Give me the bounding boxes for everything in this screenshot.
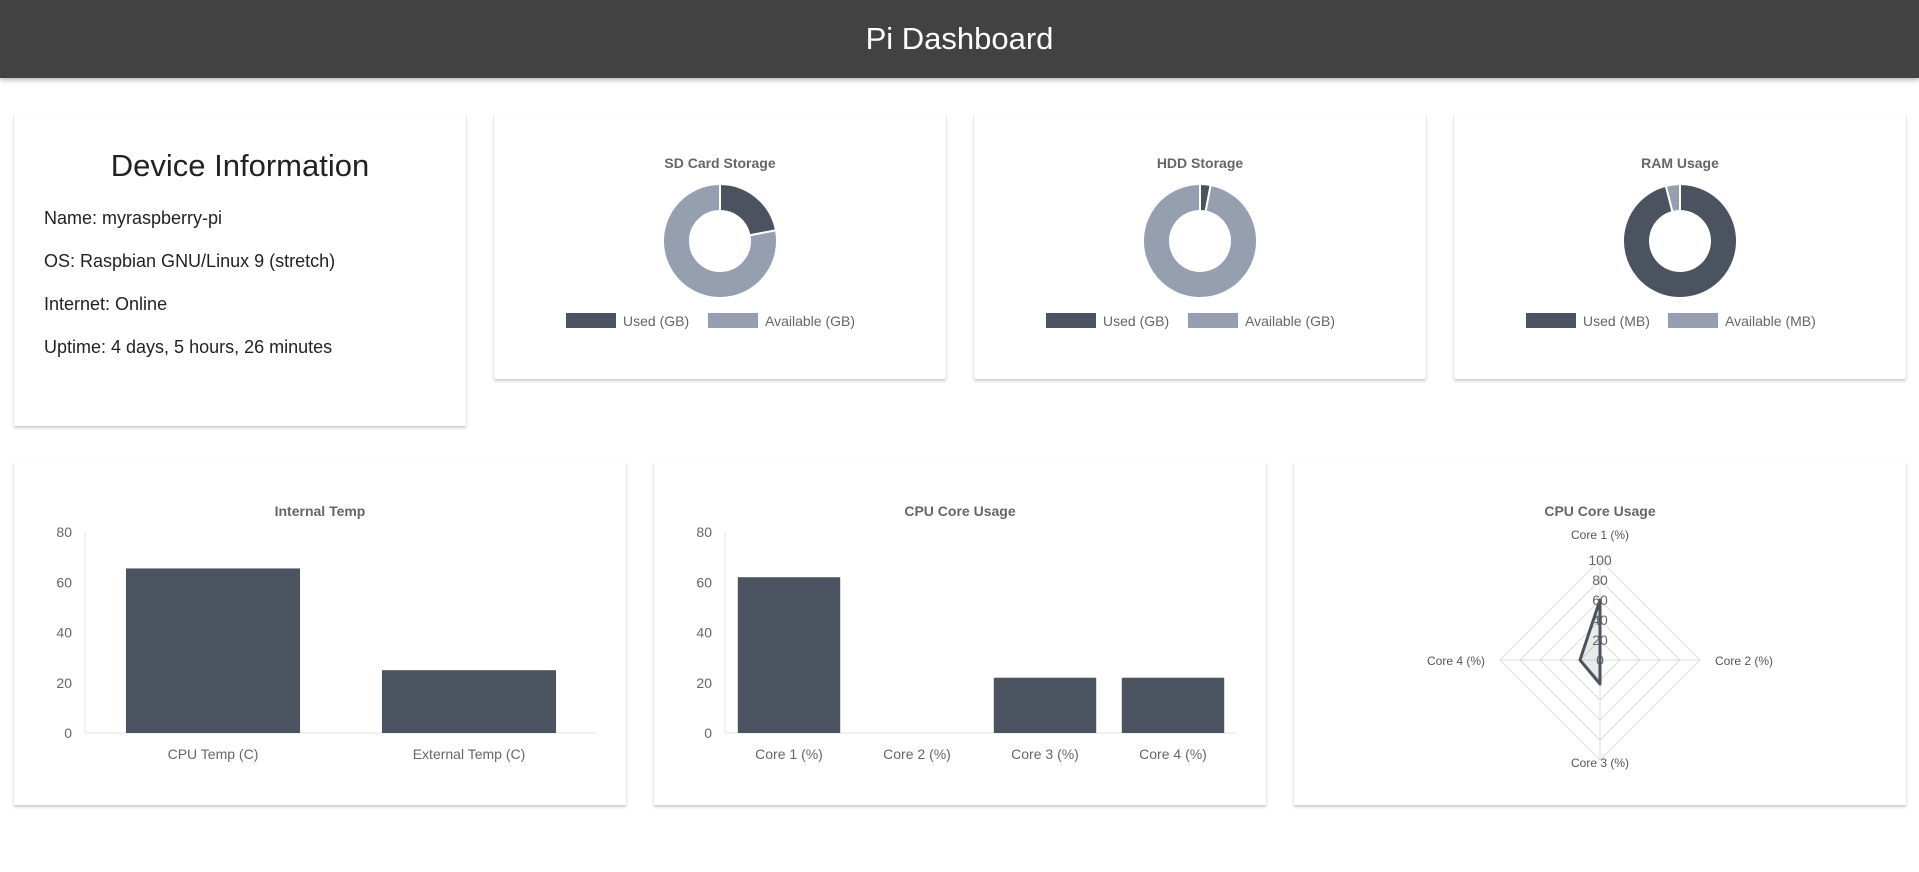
legend-swatch xyxy=(566,313,616,328)
y-tick-label: 20 xyxy=(696,675,712,691)
chart-canvas: SD Card Storage Used (GB) Available (GB) xyxy=(566,155,855,329)
device-os: OS: Raspbian GNU/Linux 9 (stretch) xyxy=(44,251,336,271)
chart-title: Internal Temp xyxy=(275,503,366,519)
x-tick-label: Core 3 (%) xyxy=(1011,746,1079,762)
legend-swatch xyxy=(1668,313,1718,328)
legend-label: Used (GB) xyxy=(1103,313,1169,329)
chart-canvas: CPU Core Usage 0 20 40 60 80 100 Core 1 (%) Core… xyxy=(1427,503,1773,770)
chart-title: HDD Storage xyxy=(1157,155,1244,171)
x-tick-label: Core 1 (%) xyxy=(755,746,823,762)
legend-swatch xyxy=(708,313,758,328)
x-tick-label: External Temp (C) xyxy=(413,746,526,762)
x-tick-label: Core 4 (%) xyxy=(1139,746,1207,762)
radar-axis-label: Core 4 (%) xyxy=(1427,654,1485,668)
device-name: Name: myraspberry-pi xyxy=(44,208,223,228)
y-tick-label: 0 xyxy=(704,725,712,741)
bar xyxy=(125,568,301,733)
cpu-core-usage-radar-chart: CPU Core Usage 0 20 40 60 80 100 Core 1 (%) Core… xyxy=(1294,462,1906,805)
radar-axis-label: Core 3 (%) xyxy=(1571,756,1629,770)
chart-title: CPU Core Usage xyxy=(904,503,1015,519)
ram-usage-chart: RAM Usage Used (MB) Available (MB) xyxy=(1454,114,1906,379)
legend-label: Used (MB) xyxy=(1583,313,1650,329)
radar-axis-label: Core 2 (%) xyxy=(1715,654,1773,668)
bar xyxy=(737,577,841,733)
y-tick-label: 0 xyxy=(64,725,72,741)
y-tick-label: 20 xyxy=(56,675,72,691)
radar-tick-label: 60 xyxy=(1592,592,1608,608)
y-tick-label: 60 xyxy=(56,574,72,590)
bar xyxy=(1121,677,1225,733)
radar-tick-label: 40 xyxy=(1592,612,1608,628)
device-internet: Internet: Online xyxy=(44,294,168,314)
sd-card-storage-chart: SD Card Storage Used (GB) Available (GB) xyxy=(494,114,946,379)
radar-tick-label: 80 xyxy=(1592,572,1608,588)
hdd-storage-chart: HDD Storage Used (GB) Available (GB) xyxy=(974,114,1426,379)
donut-slice-available xyxy=(1142,182,1258,299)
y-tick-label: 80 xyxy=(56,524,72,540)
device-info-card: Device Information Name: myraspberry-pi … xyxy=(14,114,466,426)
donut-slice-used xyxy=(719,182,778,237)
bar xyxy=(381,670,557,733)
chart-canvas: RAM Usage Used (MB) Available (MB) xyxy=(1526,155,1816,329)
app-header: Pi Dashboard xyxy=(0,0,1919,78)
x-tick-label: Core 2 (%) xyxy=(883,746,951,762)
chart-title: CPU Core Usage xyxy=(1544,503,1655,519)
chart-canvas: HDD Storage Used (GB) Available (GB) xyxy=(1046,155,1335,329)
page-title: Pi Dashboard xyxy=(865,21,1054,56)
chart-canvas: CPU Core Usage 0 20 40 60 80 Core 1 (%) Core 2 … xyxy=(696,503,1237,762)
chart-title: RAM Usage xyxy=(1641,155,1719,171)
radar-tick-label: 100 xyxy=(1588,552,1612,568)
bar xyxy=(993,677,1097,733)
y-tick-label: 40 xyxy=(696,625,712,641)
legend-swatch xyxy=(1046,313,1096,328)
internal-temp-chart: Internal Temp 0 20 40 60 80 CPU Temp (C) Extern… xyxy=(14,462,626,805)
x-tick-label: CPU Temp (C) xyxy=(168,746,259,762)
y-tick-label: 80 xyxy=(696,524,712,540)
legend-label: Used (GB) xyxy=(623,313,689,329)
device-uptime: Uptime: 4 days, 5 hours, 26 minutes xyxy=(44,337,333,357)
legend-label: Available (GB) xyxy=(765,313,855,329)
cpu-core-usage-bar-chart: CPU Core Usage 0 20 40 60 80 Core 1 (%) Core 2 … xyxy=(654,462,1266,805)
chart-title: SD Card Storage xyxy=(664,155,775,171)
legend-swatch xyxy=(1188,313,1238,328)
device-info-title: Device Information xyxy=(110,148,370,183)
radar-tick-label: 0 xyxy=(1596,652,1604,668)
y-tick-label: 60 xyxy=(696,574,712,590)
radar-tick-label: 20 xyxy=(1592,632,1608,648)
legend-label: Available (GB) xyxy=(1245,313,1335,329)
y-tick-label: 40 xyxy=(56,625,72,641)
radar-axis-label: Core 1 (%) xyxy=(1571,528,1629,542)
legend-label: Available (MB) xyxy=(1725,313,1816,329)
chart-canvas: Internal Temp 0 20 40 60 80 CPU Temp (C) Extern… xyxy=(56,503,597,762)
legend-swatch xyxy=(1526,313,1576,328)
